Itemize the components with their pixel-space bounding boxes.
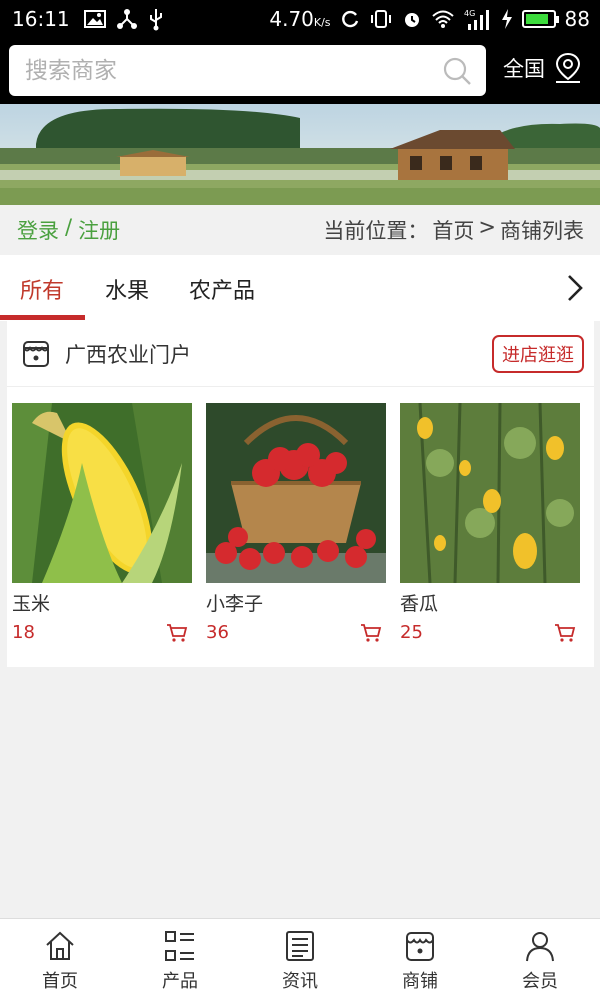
breadcrumb-arrow: >: [478, 215, 496, 239]
cart-icon[interactable]: [360, 623, 382, 643]
search-header: 全国: [0, 38, 600, 104]
battery-fill: [525, 14, 549, 24]
cart-icon[interactable]: [166, 623, 188, 643]
auth-links: 登录 / 注册: [17, 215, 120, 245]
wifi-icon: [431, 10, 454, 28]
charging-icon: [501, 9, 512, 29]
product-price: 25: [400, 622, 423, 643]
product-image-melons[interactable]: [400, 403, 580, 583]
nav-label: 产品: [162, 971, 198, 992]
visit-shop-button[interactable]: 进店逛逛: [492, 334, 584, 373]
nav-stores[interactable]: 商铺: [360, 919, 480, 1000]
home-icon: [46, 931, 74, 960]
tab-agri-products[interactable]: 农产品: [189, 273, 255, 305]
auth-separator: /: [65, 215, 73, 239]
category-tabs: 所有 水果 农产品: [0, 255, 600, 321]
region-selector[interactable]: 全国: [503, 52, 583, 84]
product-name: 玉米: [12, 593, 51, 615]
breadcrumb-current: 商铺列表: [500, 219, 584, 243]
active-tab-indicator: [0, 315, 85, 320]
battery-icon: [521, 10, 559, 28]
signal-icon: 4G: [464, 9, 489, 30]
breadcrumb-prefix: 当前位置：: [323, 219, 429, 243]
farm-landscape-image: [0, 104, 600, 205]
shop-name[interactable]: 广西农业门户: [65, 339, 191, 369]
region-label: 全国: [503, 57, 545, 81]
product-image-plums[interactable]: [206, 403, 386, 583]
usb-icon: [149, 9, 162, 31]
store-icon: [406, 932, 434, 961]
nav-home[interactable]: 首页: [0, 919, 120, 1000]
network-speed: 4.70 K/s: [269, 7, 331, 31]
vibrate-icon: [370, 10, 391, 28]
product-name: 小李子: [206, 593, 264, 615]
user-icon: [526, 932, 554, 962]
image-notification-icon: [83, 10, 106, 28]
status-bar: 16:11 4.70 K/s 4G 88: [0, 0, 600, 38]
news-icon: [286, 931, 314, 961]
product-card[interactable]: 香瓜 25: [400, 403, 580, 643]
product-price: 36: [206, 622, 229, 643]
product-card[interactable]: 玉米 18: [12, 403, 192, 643]
search-icon[interactable]: [442, 56, 472, 86]
store-icon: [23, 340, 49, 367]
network-type: 4G: [464, 9, 475, 18]
nav-member[interactable]: 会员: [480, 919, 600, 1000]
breadcrumb: 当前位置： 首页 > 商铺列表: [323, 215, 584, 245]
nav-label: 资讯: [282, 971, 318, 992]
nav-products[interactable]: 产品: [120, 919, 240, 1000]
bottom-nav: 首页 产品 资讯 商铺 会员: [0, 918, 600, 1000]
sync-icon: [341, 10, 358, 28]
tab-all[interactable]: 所有: [20, 273, 64, 305]
shop-card: 广西农业门户 进店逛逛 玉米 18 小李子 36 香瓜 25: [7, 321, 594, 667]
product-image-corn[interactable]: [12, 403, 192, 583]
clock: 16:11: [12, 7, 70, 31]
register-link[interactable]: 注册: [78, 215, 120, 245]
product-price: 18: [12, 622, 35, 643]
nav-label: 首页: [42, 971, 78, 992]
list-icon: [165, 931, 194, 961]
shop-header: 广西农业门户 进店逛逛: [7, 321, 594, 387]
alarm-icon: [404, 13, 419, 27]
banner-image[interactable]: [0, 104, 600, 205]
nav-label: 会员: [522, 971, 558, 992]
search-input[interactable]: [9, 57, 429, 84]
product-name: 香瓜: [400, 593, 439, 615]
search-box: [9, 45, 486, 96]
battery-percent: 88: [564, 7, 590, 31]
tab-fruit[interactable]: 水果: [105, 273, 149, 305]
chevron-right-icon[interactable]: [562, 272, 588, 304]
cart-icon[interactable]: [554, 623, 576, 643]
share-notification-icon: [116, 9, 137, 29]
nav-news[interactable]: 资讯: [240, 919, 360, 1000]
location-pin-icon: [555, 52, 581, 83]
login-link[interactable]: 登录: [17, 215, 59, 245]
nav-label: 商铺: [402, 971, 438, 992]
breadcrumb-home[interactable]: 首页: [432, 215, 474, 245]
product-card[interactable]: 小李子 36: [206, 403, 386, 643]
breadcrumb-row: 登录 / 注册 当前位置： 首页 > 商铺列表: [0, 205, 600, 255]
